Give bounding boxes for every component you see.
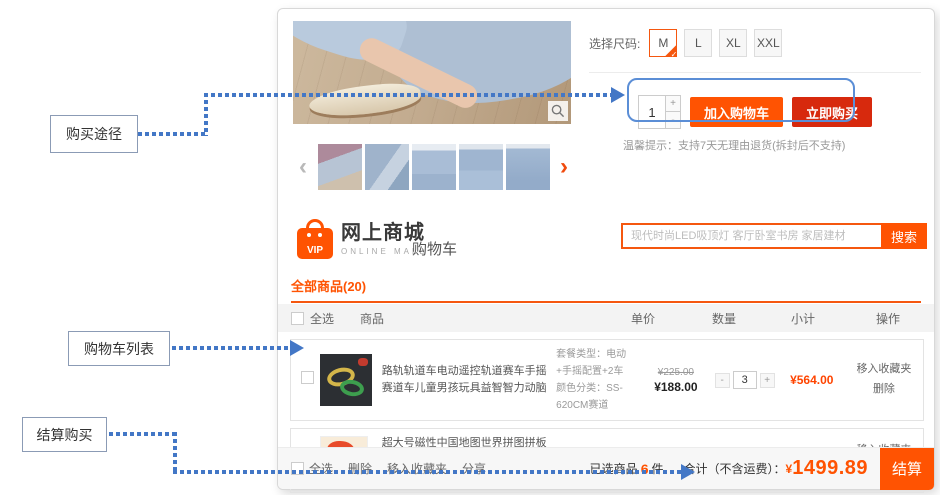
item-unit-price: ¥225.00 ¥188.00 <box>641 367 711 394</box>
item-subtotal: ¥564.00 <box>779 373 845 387</box>
item-title[interactable]: 路轨轨道车电动遥控轨道赛车手摇赛道车儿童男孩玩具益智智力动脑 <box>382 363 548 397</box>
add-to-cart-button[interactable]: 加入购物车 <box>690 97 783 127</box>
footer-move-favorites-link[interactable]: 移入收藏夹 <box>387 460 447 477</box>
annotation-arrow-segment <box>172 346 292 350</box>
zoom-icon[interactable] <box>548 101 568 121</box>
mall-header: VIP 网上商城 ONLINE MALL 购物车 搜索 <box>278 207 934 271</box>
size-selector: 选择尺码: M ✓ L XL XXL <box>589 29 923 57</box>
annotation-arrow-segment <box>204 93 208 136</box>
total-amount: 1499.89 <box>792 457 868 480</box>
column-quantity: 数量 <box>684 310 764 327</box>
product-gallery: ‹ › <box>293 21 593 124</box>
decrease-button[interactable]: - <box>715 373 730 388</box>
warm-tip-text: 温馨提示：支持7天无理由退货(拆封后不支持) <box>623 137 845 153</box>
annotation-label-checkout-purchase: 结算购买 <box>22 417 107 452</box>
page-title-cart: 购物车 <box>412 238 457 259</box>
size-label: 选择尺码: <box>589 35 640 52</box>
column-action: 操作 <box>842 310 934 327</box>
column-unit-price: 单价 <box>602 310 684 327</box>
quantity-increase-button[interactable]: + <box>666 96 680 112</box>
footer-share-link[interactable]: 分享 <box>462 460 486 477</box>
product-thumbnail[interactable] <box>412 144 456 190</box>
cart-footer-bar: 全选 删除 移入收藏夹 分享 已选商品 6 件 合计（不含运费）： ¥ 1499… <box>278 447 934 489</box>
cart-row: 路轨轨道车电动遥控轨道赛车手摇赛道车儿童男孩玩具益智智力动脑 套餐类型：电动+手… <box>290 339 924 421</box>
select-all-label: 全选 <box>310 310 334 327</box>
column-product: 商品 <box>360 310 384 327</box>
thumbnails-prev-arrow[interactable]: ‹ <box>299 155 307 179</box>
cart-section: 全部商品(20) 全选 商品 单价 数量 小计 操作 路轨轨道车电动 <box>278 271 934 489</box>
quantity-value[interactable]: 3 <box>733 371 757 389</box>
quantity-stepper: 1 + - <box>638 95 681 129</box>
selected-count-suffix: 件 <box>651 460 663 477</box>
annotation-arrowhead <box>611 87 625 103</box>
search-bar: 搜索 <box>621 223 927 249</box>
selected-count-prefix: 已选商品 <box>590 460 638 477</box>
annotation-label-cart-list: 购物车列表 <box>68 331 170 366</box>
annotation-arrow-segment <box>173 470 682 474</box>
size-option-xl[interactable]: XL <box>719 29 747 57</box>
size-option-m[interactable]: M ✓ <box>649 29 677 57</box>
size-option-xxl[interactable]: XXL <box>754 29 782 57</box>
vip-logo-text: VIP <box>297 245 333 256</box>
shopping-bag-icon: VIP <box>297 228 333 259</box>
increase-button[interactable]: + <box>760 373 775 388</box>
cart-table-header: 全选 商品 单价 数量 小计 操作 <box>278 304 934 332</box>
delete-link[interactable]: 删除 <box>845 380 923 400</box>
footer-delete-link[interactable]: 删除 <box>348 460 372 477</box>
purchase-controls: 1 + - 加入购物车 立即购买 <box>638 95 872 129</box>
annotation-arrow-segment <box>204 93 612 97</box>
shop-page-panel: ‹ › 选择尺码: M ✓ L XL <box>277 8 935 490</box>
search-button[interactable]: 搜索 <box>881 223 927 249</box>
size-option-l[interactable]: L <box>684 29 712 57</box>
item-original-price: ¥225.00 <box>641 367 711 378</box>
annotation-arrow-segment <box>109 432 177 436</box>
product-image-race-track[interactable] <box>320 354 372 406</box>
annotation-arrowhead <box>681 464 695 480</box>
size-option-label: M <box>658 36 668 50</box>
product-thumbnail[interactable] <box>459 144 503 190</box>
thumbnails-next-arrow[interactable]: › <box>560 155 568 179</box>
selected-count: 6 <box>641 461 649 477</box>
select-all-checkbox[interactable] <box>291 312 304 325</box>
checkout-button[interactable]: 结算 <box>880 448 934 490</box>
divider <box>589 72 921 73</box>
annotation-label-purchase-path: 购买途径 <box>50 115 138 153</box>
item-checkbox[interactable] <box>301 371 314 384</box>
product-thumbnail[interactable] <box>365 144 409 190</box>
item-current-price: ¥188.00 <box>641 380 711 394</box>
quantity-decrease-button[interactable]: - <box>666 112 680 128</box>
product-main-image[interactable] <box>293 21 571 124</box>
product-thumbnail[interactable] <box>506 144 550 190</box>
annotated-screenshot: 购买途径 购物车列表 结算购买 <box>0 0 940 495</box>
annotation-arrow-segment <box>138 132 208 136</box>
buy-now-button[interactable]: 立即购买 <box>792 97 872 127</box>
currency-symbol: ¥ <box>786 462 793 476</box>
product-detail-section: ‹ › 选择尺码: M ✓ L XL <box>278 9 934 203</box>
purchase-options-column: 选择尺码: M ✓ L XL XXL 1 + - <box>589 29 923 73</box>
footer-select-all-label[interactable]: 全选 <box>309 460 333 477</box>
column-subtotal: 小计 <box>764 310 842 327</box>
total-label: 合计（不含运费）： <box>684 460 786 477</box>
annotation-arrowhead <box>290 340 304 356</box>
quantity-input[interactable]: 1 <box>639 96 665 128</box>
move-to-favorites-link[interactable]: 移入收藏夹 <box>845 360 923 380</box>
cart-section-title: 全部商品(20) <box>291 271 921 303</box>
product-thumbnail[interactable] <box>318 144 362 190</box>
thumbnail-strip: ‹ › <box>293 140 593 194</box>
item-quantity-stepper: - 3 + <box>711 371 779 389</box>
item-spec: 套餐类型：电动+手摇配置+2车 颜色分类：SS-620CM赛道 <box>556 346 641 414</box>
annotation-arrow-segment <box>173 432 177 474</box>
mall-logo[interactable]: VIP <box>297 213 333 259</box>
